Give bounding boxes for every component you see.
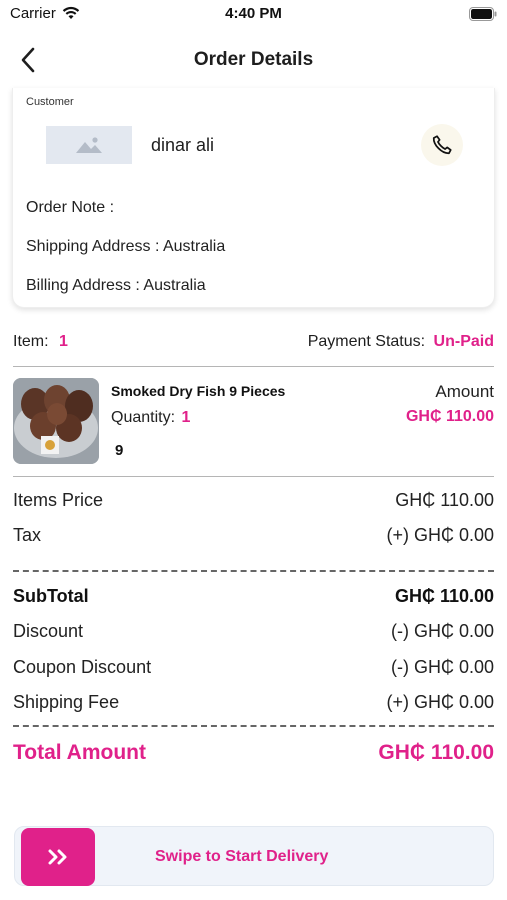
quantity-label: Quantity: xyxy=(111,409,176,426)
customer-label: Customer xyxy=(26,96,74,108)
item-count: Item: 1 xyxy=(13,333,68,351)
tax-value: (+) GH₵ 0.00 xyxy=(386,525,494,545)
shipping-fee-label: Shipping Fee xyxy=(13,692,120,712)
order-status-row: Item: 1 Payment Status: Un-Paid xyxy=(13,333,494,355)
product-variant: 9 xyxy=(115,442,124,459)
divider xyxy=(13,366,494,367)
items-price-label: Items Price xyxy=(13,490,104,510)
customer-name: dinar ali xyxy=(151,135,215,155)
call-button[interactable] xyxy=(421,124,463,166)
swipe-handle[interactable] xyxy=(21,828,95,886)
avatar xyxy=(46,126,132,164)
dashed-divider xyxy=(13,570,494,572)
shipping-fee-value: (+) GH₵ 0.00 xyxy=(386,692,494,712)
swipe-to-start-delivery[interactable]: Swipe to Start Delivery xyxy=(14,826,494,886)
subtotal-label: SubTotal xyxy=(13,586,89,606)
item-count-label: Item: xyxy=(13,333,49,350)
clock: 4:40 PM xyxy=(225,5,282,22)
phone-icon xyxy=(432,135,452,155)
subtotal-value: GH₵ 110.00 xyxy=(394,586,494,606)
coupon-discount-label: Coupon Discount xyxy=(13,657,152,677)
amount-label: Amount xyxy=(435,382,494,401)
items-price-value: GH₵ 110.00 xyxy=(395,490,494,510)
item-count-value: 1 xyxy=(59,333,68,350)
shipping-address: Shipping Address : Australia xyxy=(26,238,226,255)
double-chevron-right-icon xyxy=(48,849,67,865)
tax-label: Tax xyxy=(13,525,42,545)
payment-status-badge: Un-Paid xyxy=(433,333,494,350)
divider xyxy=(13,476,494,477)
amount-value: GH₵ 110.00 xyxy=(405,408,494,425)
dashed-divider xyxy=(13,725,494,727)
discount-value: (-) GH₵ 0.00 xyxy=(390,621,494,641)
billing-address: Billing Address : Australia xyxy=(26,277,206,294)
payment-status-label: Payment Status: xyxy=(307,333,426,350)
total-amount-label: Total Amount xyxy=(13,741,146,764)
payment-status: Payment Status: Un-Paid xyxy=(308,333,494,351)
quantity-value: 1 xyxy=(181,409,191,426)
total-amount-value: GH₵ 110.00 xyxy=(378,741,494,764)
page-title: Order Details xyxy=(193,49,314,70)
customer-card: Customer dinar ali Order Note : Shipping… xyxy=(12,88,495,308)
nav-bar: Order Details xyxy=(0,38,507,82)
coupon-discount-value: (-) GH₵ 0.00 xyxy=(390,657,494,677)
product-quantity: Quantity: 1 xyxy=(111,409,190,427)
product-image xyxy=(13,378,99,464)
product-name: Smoked Dry Fish 9 Pieces xyxy=(111,383,286,399)
battery-icon xyxy=(469,7,497,26)
discount-label: Discount xyxy=(13,621,84,641)
status-bar: Carrier 4:40 PM xyxy=(0,0,507,30)
order-note: Order Note : xyxy=(26,199,115,216)
image-placeholder-icon xyxy=(76,137,102,153)
